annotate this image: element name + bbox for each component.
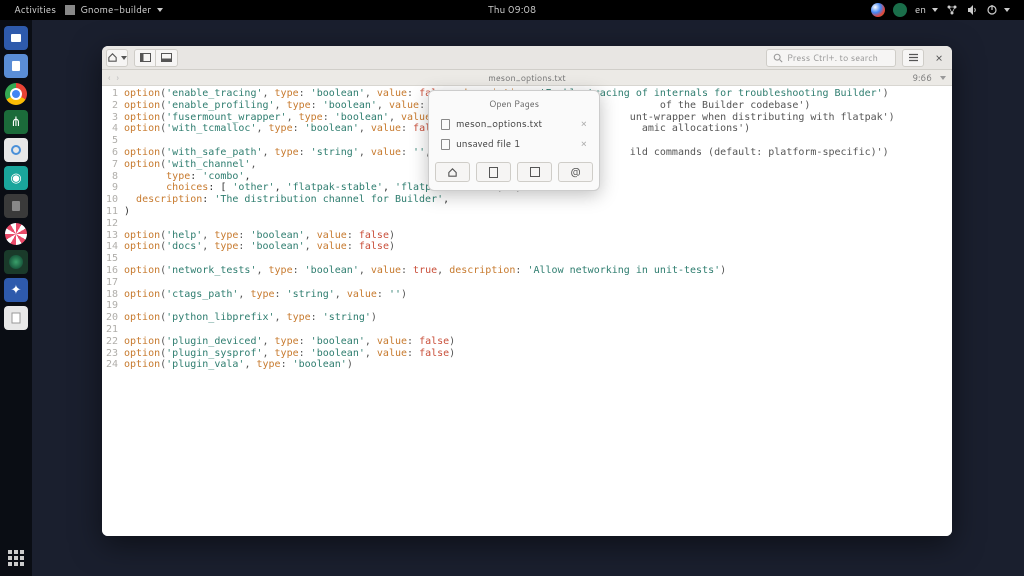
dock-app-spiral[interactable]: ◉: [4, 166, 28, 190]
popover-home-button[interactable]: [435, 162, 470, 182]
builder-icon: [64, 4, 76, 16]
cursor-position: 9:66: [912, 71, 932, 84]
open-page-label: meson_options.txt: [456, 117, 542, 131]
tab-bar: ‹ › meson_options.txt 9:66: [102, 70, 952, 86]
popover-link-button[interactable]: @: [558, 162, 593, 182]
dock-app-chrome[interactable]: [4, 82, 28, 106]
window-close-button[interactable]: ×: [930, 49, 948, 67]
popover-new-button[interactable]: [476, 162, 511, 182]
file-icon: [441, 119, 450, 130]
tab-title[interactable]: meson_options.txt: [488, 71, 566, 84]
popover-button-row: @: [435, 162, 593, 182]
dock-app-globe[interactable]: [4, 250, 28, 274]
chevron-down-icon: [121, 56, 127, 60]
search-placeholder: Press Ctrl+. to search: [787, 51, 878, 64]
hamburger-menu[interactable]: [902, 49, 924, 67]
nav-forward-button[interactable]: ›: [116, 71, 118, 84]
dock-app-compass[interactable]: ✦: [4, 278, 28, 302]
open-page-label: unsaved file 1: [456, 137, 520, 151]
headerbar: Press Ctrl+. to search ×: [102, 46, 952, 70]
panel-toggle-group: [134, 49, 178, 67]
bottom-panel-toggle[interactable]: [156, 49, 178, 67]
dock-app-disk[interactable]: [4, 54, 28, 78]
dock-app-calc[interactable]: [4, 194, 28, 218]
search-input[interactable]: Press Ctrl+. to search: [766, 49, 896, 67]
lang-indicator[interactable]: en: [915, 3, 938, 17]
chevron-down-icon: [157, 8, 163, 12]
open-page-row[interactable]: meson_options.txt ×: [435, 114, 593, 134]
tray-app-icon[interactable]: [893, 3, 907, 17]
line-gutter: 123456789101112131415161718192021222324: [102, 86, 122, 536]
open-pages-popover: Open Pages meson_options.txt × unsaved f…: [428, 90, 600, 191]
dock-app-settings[interactable]: [4, 138, 28, 162]
dock: ⋔ ◉ ✦: [0, 20, 32, 576]
close-icon: ×: [935, 49, 943, 66]
left-panel-toggle[interactable]: [134, 49, 156, 67]
home-button[interactable]: [106, 49, 128, 67]
activities-button[interactable]: Activities: [14, 3, 56, 17]
gnome-topbar: Activities Gnome-builder Thu 09:08 en: [0, 0, 1024, 20]
new-file-icon: [489, 167, 498, 178]
tab-menu-button[interactable]: [940, 76, 946, 80]
dock-app-candy[interactable]: [4, 222, 28, 246]
panel-bottom-icon: [161, 53, 172, 62]
chevron-down-icon: [932, 8, 938, 12]
home-icon: [447, 167, 458, 178]
app-menu-label: Gnome-builder: [80, 3, 151, 17]
close-page-button[interactable]: ×: [581, 117, 587, 131]
close-page-button[interactable]: ×: [581, 137, 587, 151]
popover-fullscreen-button[interactable]: [517, 162, 552, 182]
popover-title: Open Pages: [435, 97, 593, 110]
app-menu[interactable]: Gnome-builder: [64, 3, 163, 17]
menu-icon: [908, 53, 919, 62]
show-apps-button[interactable]: [4, 546, 28, 570]
fullscreen-icon: [530, 167, 540, 177]
clock[interactable]: Thu 09:08: [488, 3, 536, 17]
open-page-row[interactable]: unsaved file 1 ×: [435, 134, 593, 154]
panel-left-icon: [140, 53, 151, 62]
grid-icon: [8, 550, 24, 566]
dock-app-note[interactable]: [4, 306, 28, 330]
volume-icon[interactable]: [966, 4, 978, 16]
network-icon[interactable]: [946, 4, 958, 16]
nav-back-button[interactable]: ‹: [108, 71, 110, 84]
tray-chrome-icon[interactable]: [871, 3, 885, 17]
home-icon: [107, 52, 118, 63]
search-icon: [773, 53, 783, 63]
power-icon[interactable]: [986, 4, 1010, 16]
dock-app-files[interactable]: [4, 26, 28, 50]
chevron-down-icon: [1004, 8, 1010, 12]
dock-app-vscode[interactable]: ⋔: [4, 110, 28, 134]
at-icon: @: [570, 165, 580, 179]
file-icon: [441, 139, 450, 150]
